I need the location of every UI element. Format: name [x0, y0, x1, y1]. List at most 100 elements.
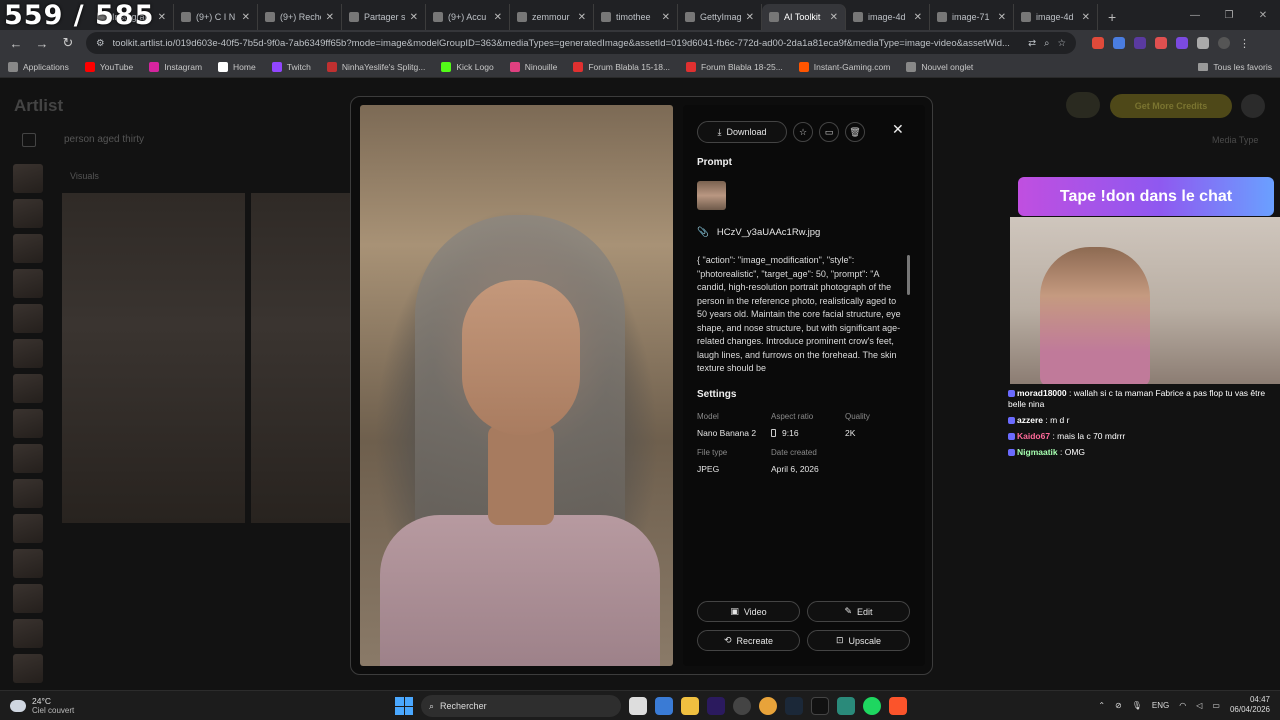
- back-icon[interactable]: ←: [8, 36, 24, 51]
- generated-image[interactable]: [360, 105, 673, 666]
- recreate-button[interactable]: ⟲ Recreate: [697, 630, 800, 651]
- plan-badge[interactable]: [1066, 92, 1100, 118]
- browser-tab[interactable]: zemmour ✕: [510, 4, 594, 30]
- translate-icon[interactable]: ⇄: [1028, 38, 1036, 49]
- app-icon[interactable]: [837, 697, 855, 715]
- address-bar[interactable]: ⚙ toolkit.artlist.io/019d603e-40f5-7b5d-…: [86, 32, 1076, 54]
- history-thumbnail[interactable]: [13, 409, 43, 438]
- tiktok-icon[interactable]: [811, 697, 829, 715]
- video-button[interactable]: ▣ Video: [697, 601, 800, 622]
- volume-icon[interactable]: ◁: [1196, 701, 1202, 710]
- close-tab-icon[interactable]: ✕: [662, 12, 670, 23]
- history-thumbnail[interactable]: [13, 374, 43, 403]
- task-view-icon[interactable]: [629, 697, 647, 715]
- favorite-star-icon[interactable]: ☆: [793, 122, 813, 142]
- prompt-scrollbar[interactable]: [907, 255, 910, 295]
- extension-icon[interactable]: [1176, 37, 1188, 49]
- bookmark-star-icon[interactable]: ☆: [1057, 38, 1066, 49]
- history-thumbnail[interactable]: [13, 269, 43, 298]
- reference-image[interactable]: [697, 181, 726, 210]
- browser-tab[interactable]: image-71 ✕: [930, 4, 1014, 30]
- history-thumbnail[interactable]: [13, 234, 43, 263]
- close-tab-icon[interactable]: ✕: [746, 12, 754, 23]
- app-logo[interactable]: Artlist: [14, 96, 63, 116]
- close-tab-icon[interactable]: ✕: [242, 12, 250, 23]
- get-credits-button[interactable]: Get More Credits: [1110, 94, 1232, 118]
- history-thumbnail[interactable]: [13, 199, 43, 228]
- user-avatar[interactable]: [1241, 94, 1265, 118]
- language-indicator[interactable]: ENG: [1152, 701, 1169, 710]
- app-icon[interactable]: [733, 697, 751, 715]
- history-thumbnail[interactable]: [13, 584, 43, 613]
- browser-tab[interactable]: timothee ✕: [594, 4, 678, 30]
- weather-widget[interactable]: 24°C Ciel couvert: [10, 696, 74, 715]
- site-info-icon[interactable]: ⚙: [96, 38, 105, 49]
- close-tab-icon[interactable]: ✕: [830, 12, 838, 23]
- bookmark-item[interactable]: YouTube: [84, 61, 133, 72]
- all-bookmarks[interactable]: Tous les favoris: [1198, 62, 1272, 72]
- close-tab-icon[interactable]: ✕: [578, 12, 586, 23]
- wifi-icon[interactable]: ◠: [1179, 701, 1186, 710]
- trash-icon[interactable]: 🗑: [845, 122, 865, 142]
- upscale-button[interactable]: ⊡ Upscale: [807, 630, 910, 651]
- browser-tab[interactable]: GettyImag ✕: [678, 4, 762, 30]
- close-tab-icon[interactable]: ✕: [410, 12, 418, 23]
- history-thumbnail[interactable]: [13, 479, 43, 508]
- extension-icon[interactable]: [1155, 37, 1167, 49]
- bookmark-item[interactable]: Applications: [8, 61, 69, 72]
- bookmark-item[interactable]: Nouvel onglet: [906, 61, 973, 72]
- close-tab-icon[interactable]: ✕: [998, 12, 1006, 23]
- chevron-up-icon[interactable]: ⌃: [1098, 701, 1105, 710]
- puzzle-icon[interactable]: [1197, 37, 1209, 49]
- clock[interactable]: 04:47 06/04/2026: [1230, 695, 1270, 715]
- bookmark-item[interactable]: Kick Logo: [441, 61, 494, 72]
- result-image[interactable]: [251, 193, 351, 523]
- zoom-icon[interactable]: ⌕: [1044, 38, 1049, 49]
- media-type-filter[interactable]: Media Type: [1212, 135, 1258, 145]
- spotify-icon[interactable]: [863, 697, 881, 715]
- copilot-icon[interactable]: [655, 697, 673, 715]
- bookmark-item[interactable]: Forum Blabla 15-18...: [573, 61, 670, 72]
- chrome-icon[interactable]: [759, 697, 777, 715]
- close-tab-icon[interactable]: ✕: [326, 12, 334, 23]
- search-query[interactable]: person aged thirty: [64, 134, 144, 145]
- profile-avatar[interactable]: [1218, 37, 1230, 49]
- close-tab-icon[interactable]: ✕: [914, 12, 922, 23]
- history-thumbnail[interactable]: [13, 304, 43, 333]
- browser-tab[interactable]: AI Toolkit ✕: [762, 4, 846, 30]
- bookmark-item[interactable]: Forum Blabla 18-25...: [686, 61, 783, 72]
- premiere-icon[interactable]: [707, 697, 725, 715]
- browser-tab[interactable]: (9+) Reche ✕: [258, 4, 342, 30]
- history-thumbnail[interactable]: [13, 514, 43, 543]
- minimize-icon[interactable]: —: [1178, 0, 1212, 30]
- history-thumbnail[interactable]: [13, 339, 43, 368]
- brave-icon[interactable]: [889, 697, 907, 715]
- history-thumbnail[interactable]: [13, 619, 43, 648]
- browser-tab[interactable]: (9+) C I N ✕: [174, 4, 258, 30]
- bookmark-item[interactable]: Twitch: [271, 61, 311, 72]
- bookmark-item[interactable]: Home: [218, 61, 256, 72]
- file-explorer-icon[interactable]: [681, 697, 699, 715]
- extension-icon[interactable]: [1113, 37, 1125, 49]
- history-thumbnail[interactable]: [13, 549, 43, 578]
- browser-tab[interactable]: (9+) Accu ✕: [426, 4, 510, 30]
- new-tab-icon[interactable]: +: [1098, 4, 1126, 30]
- reload-icon[interactable]: ↻: [60, 35, 76, 51]
- result-image[interactable]: [62, 193, 245, 523]
- bookmark-item[interactable]: Instagram: [149, 61, 202, 72]
- microphone-icon[interactable]: 🎙: [1132, 701, 1142, 710]
- maximize-icon[interactable]: ❐: [1212, 0, 1246, 30]
- network-off-icon[interactable]: ⊘: [1115, 701, 1122, 710]
- bookmark-item[interactable]: Ninouille: [509, 61, 557, 72]
- extension-icon[interactable]: [1134, 37, 1146, 49]
- browser-tab[interactable]: image-4d ✕: [846, 4, 930, 30]
- history-thumbnail[interactable]: [13, 654, 43, 683]
- menu-dots-icon[interactable]: ⋮: [1239, 37, 1250, 50]
- windows-start-icon[interactable]: [395, 697, 413, 715]
- extension-icon[interactable]: [1092, 37, 1104, 49]
- folder-icon[interactable]: ▭: [819, 122, 839, 142]
- history-thumbnail[interactable]: [13, 164, 43, 193]
- close-tab-icon[interactable]: ✕: [158, 12, 166, 23]
- bookmark-item[interactable]: Instant-Gaming.com: [798, 61, 890, 72]
- download-button[interactable]: ⤓ Download: [697, 121, 787, 143]
